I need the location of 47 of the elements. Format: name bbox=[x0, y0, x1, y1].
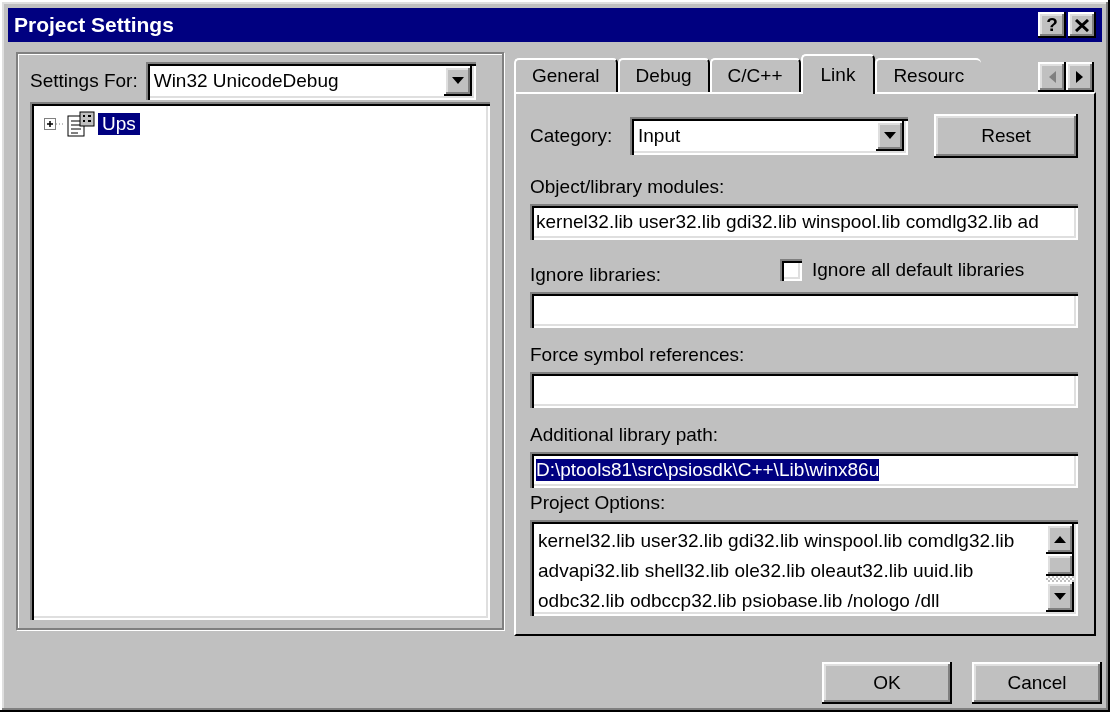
reset-button[interactable]: Reset bbox=[934, 114, 1078, 158]
options-line: kernel32.lib user32.lib gdi32.lib winspool.lib comdlg32.lib bbox=[538, 529, 1016, 553]
path-text: D:\ptools81\src\psiosdk\C++\Lib\winx86u bbox=[536, 459, 880, 481]
close-icon bbox=[1075, 18, 1089, 32]
window-title: Project Settings bbox=[14, 13, 174, 37]
checkbox-label: Ignore all default libraries bbox=[812, 259, 1025, 281]
tree-item[interactable]: Ups bbox=[98, 113, 140, 135]
tab[interactable]: C/C++ bbox=[709, 58, 801, 92]
down-arrow-icon bbox=[1054, 593, 1066, 601]
left-arrow-icon bbox=[1048, 71, 1056, 83]
field-label: Additional library path: bbox=[530, 424, 719, 446]
category-label: Category: bbox=[530, 125, 614, 147]
tab[interactable]: Link bbox=[800, 54, 876, 94]
options-line: odbc32.lib odbccp32.lib psiobase.lib /nologo /dll bbox=[538, 589, 941, 613]
help-button[interactable]: ? bbox=[1038, 12, 1066, 38]
input-field[interactable] bbox=[530, 372, 1078, 408]
project-icon bbox=[66, 110, 96, 138]
scroll-up-button[interactable] bbox=[1046, 524, 1074, 554]
input-field[interactable]: kernel32.lib user32.lib gdi32.lib winspool.lib comdlg32.lib ad bbox=[530, 204, 1078, 240]
settings-for-label: Settings For: bbox=[30, 70, 138, 92]
dialog-button[interactable]: OK bbox=[822, 662, 952, 704]
tab[interactable]: Resourc bbox=[875, 58, 982, 92]
checkbox[interactable] bbox=[780, 259, 802, 281]
field-label: Force symbol references: bbox=[530, 344, 746, 366]
scroll-down-button[interactable] bbox=[1046, 582, 1074, 612]
dialog-button[interactable]: Cancel bbox=[972, 662, 1102, 704]
options-line: advapi32.lib shell32.lib ole32.lib oleaut32.lib uuid.lib bbox=[538, 559, 975, 583]
input-field[interactable]: D:\ptools81\src\psiosdk\C++\Lib\winx86u bbox=[530, 452, 1078, 488]
field-label: Project Options: bbox=[530, 492, 667, 514]
scroll-thumb[interactable] bbox=[1046, 554, 1074, 576]
field-label: Object/library modules: bbox=[530, 176, 726, 198]
field-label: Ignore libraries: bbox=[530, 264, 662, 286]
close-button[interactable] bbox=[1068, 12, 1096, 38]
scroll-right-button[interactable] bbox=[1066, 62, 1094, 92]
input-field[interactable] bbox=[530, 292, 1078, 328]
right-arrow-icon bbox=[1076, 71, 1084, 83]
dropdown-arrow-icon bbox=[884, 132, 896, 140]
up-arrow-icon bbox=[1054, 535, 1066, 543]
category-dropdown[interactable]: Input bbox=[630, 117, 908, 155]
settings-for-dropdown[interactable]: Win32 UnicodeDebug bbox=[145, 62, 476, 100]
scroll-left-button[interactable] bbox=[1038, 62, 1066, 92]
options-text-area[interactable]: kernel32.lib user32.lib gdi32.lib winspool.lib comdlg32.lib advapi32.lib shell32.lib ole32.lib oleaut32.lib uuid.lib odbc32.lib odbccp32.lib psiobase.lib /nologo /dll bbox=[530, 520, 1078, 616]
dropdown-arrow-icon bbox=[451, 77, 464, 85]
tab[interactable]: General bbox=[514, 58, 618, 92]
scroll-track[interactable] bbox=[1046, 576, 1074, 582]
tab[interactable]: Debug bbox=[617, 58, 710, 92]
expand-icon[interactable] bbox=[44, 117, 64, 131]
